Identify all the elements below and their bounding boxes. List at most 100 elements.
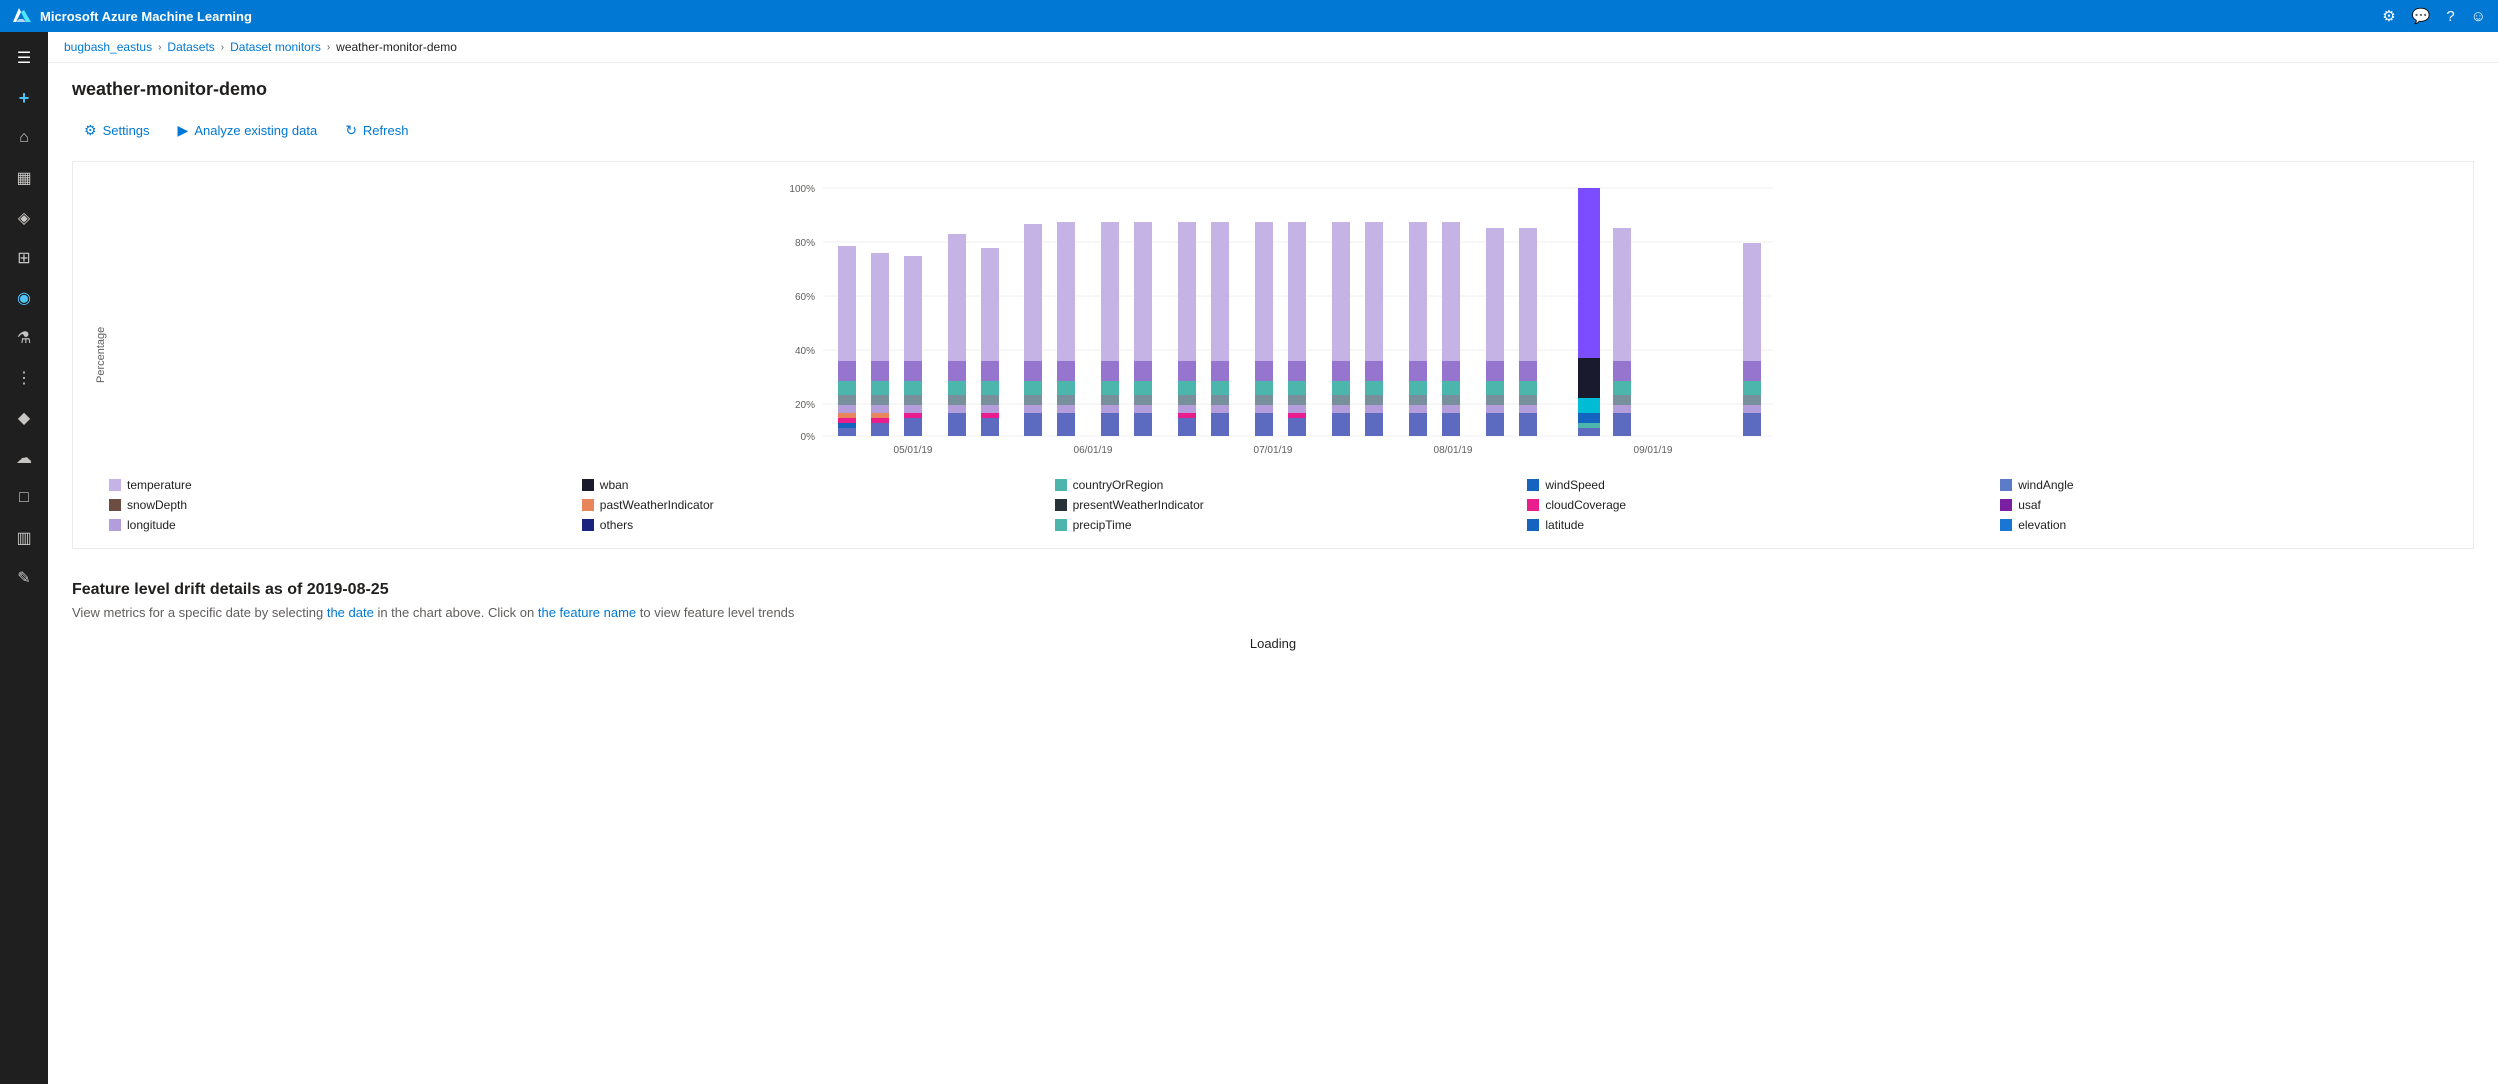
legend-swatch (2000, 479, 2012, 491)
settings-btn-icon: ⚙ (84, 122, 97, 139)
legend-item: others (582, 518, 1039, 532)
feature-subtitle-text: View metrics for a specific date by sele… (72, 605, 327, 620)
legend-label: elevation (2018, 518, 2066, 532)
analyze-btn-icon: ▶ (178, 122, 189, 139)
legend-item: temperature (109, 478, 566, 492)
topbar-actions: ⚙ 💬 ? ☺ (2382, 7, 2486, 25)
feature-subtitle-link-date[interactable]: the date (327, 605, 374, 620)
sidebar-item-edit[interactable]: ✎ (4, 560, 44, 596)
analyze-btn-label: Analyze existing data (194, 123, 317, 138)
breadcrumb-monitors[interactable]: Dataset monitors (230, 40, 321, 54)
legend-swatch (1055, 519, 1067, 531)
legend-label: windAngle (2018, 478, 2073, 492)
legend-label: snowDepth (127, 498, 187, 512)
legend-item: snowDepth (109, 498, 566, 512)
sidebar-item-clusters[interactable]: ⊞ (4, 240, 44, 276)
legend-label: cloudCoverage (1545, 498, 1626, 512)
chart-inner: 100% 80% 60% 40% 20% 0% (109, 178, 2457, 532)
sidebar-item-datastore[interactable]: ▥ (4, 520, 44, 556)
svg-text:06/01/19: 06/01/19 (1074, 445, 1113, 456)
topbar: Microsoft Azure Machine Learning ⚙ 💬 ? ☺ (0, 0, 2498, 32)
legend-swatch (1055, 479, 1067, 491)
sidebar-item-dashboard[interactable]: ▦ (4, 160, 44, 196)
chart-container: Percentage 100% 80% 60% (72, 161, 2474, 549)
breadcrumb-bugbash[interactable]: bugbash_eastus (64, 40, 152, 54)
sidebar-item-experiments[interactable]: ⚗ (4, 320, 44, 356)
breadcrumb: bugbash_eastus › Datasets › Dataset moni… (48, 32, 2498, 63)
user-icon[interactable]: ☺ (2471, 8, 2486, 25)
legend-swatch (1527, 499, 1539, 511)
feature-subtitle-text3: to view feature level trends (636, 605, 794, 620)
feedback-icon[interactable]: 💬 (2412, 7, 2431, 25)
legend-label: others (600, 518, 633, 532)
page-content: weather-monitor-demo ⚙ Settings ▶ Analyz… (48, 63, 2498, 1084)
svg-text:05/01/19: 05/01/19 (894, 445, 933, 456)
azure-logo-icon (12, 6, 32, 26)
svg-text:07/01/19: 07/01/19 (1254, 445, 1293, 456)
legend-swatch (582, 479, 594, 491)
legend-item: pastWeatherIndicator (582, 498, 1039, 512)
analyze-button[interactable]: ▶ Analyze existing data (166, 116, 330, 145)
sidebar-item-pipelines[interactable]: ⋮ (4, 360, 44, 396)
legend-label: precipTime (1073, 518, 1132, 532)
page-title: weather-monitor-demo (72, 79, 2474, 100)
help-icon[interactable]: ? (2446, 8, 2454, 25)
legend-swatch (2000, 499, 2012, 511)
sidebar-item-deploy[interactable]: ◆ (4, 400, 44, 436)
legend-swatch (109, 519, 121, 531)
chart-svg-area[interactable]: 100% 80% 60% 40% 20% 0% (109, 178, 2457, 458)
legend-swatch (109, 499, 121, 511)
feature-subtitle-text2: in the chart above. Click on (374, 605, 538, 620)
settings-button[interactable]: ⚙ Settings (72, 116, 162, 145)
settings-btn-label: Settings (103, 123, 150, 138)
refresh-button[interactable]: ↻ Refresh (333, 116, 420, 145)
breadcrumb-sep-1: › (158, 42, 161, 53)
legend-swatch (582, 499, 594, 511)
sidebar-item-compute[interactable]: □ (4, 480, 44, 516)
sidebar-item-home[interactable]: ⌂ (4, 120, 44, 156)
sidebar-item-menu[interactable]: ☰ (4, 40, 44, 76)
legend-item: longitude (109, 518, 566, 532)
sidebar-item-new[interactable]: + (4, 80, 44, 116)
legend-label: temperature (127, 478, 192, 492)
legend-label: presentWeatherIndicator (1073, 498, 1204, 512)
breadcrumb-current: weather-monitor-demo (336, 40, 457, 54)
svg-text:20%: 20% (795, 400, 815, 411)
svg-text:08/01/19: 08/01/19 (1434, 445, 1473, 456)
sidebar-item-datasets[interactable]: ◉ (4, 280, 44, 316)
app-title-area: Microsoft Azure Machine Learning (12, 6, 252, 26)
svg-text:60%: 60% (795, 292, 815, 303)
chart-legend: temperature wban countryOrRegion windSpeed w… (109, 470, 2457, 532)
app-body: ☰ + ⌂ ▦ ◈ ⊞ ◉ ⚗ ⋮ ◆ ☁ □ ▥ ✎ bugbash_east… (0, 32, 2498, 1084)
legend-item: elevation (2000, 518, 2457, 532)
legend-label: wban (600, 478, 629, 492)
legend-item: countryOrRegion (1055, 478, 1512, 492)
sidebar-item-cloud[interactable]: ☁ (4, 440, 44, 476)
sidebar-item-models[interactable]: ◈ (4, 200, 44, 236)
svg-text:100%: 100% (789, 184, 815, 195)
legend-swatch (1527, 479, 1539, 491)
legend-item: windSpeed (1527, 478, 1984, 492)
legend-item: wban (582, 478, 1039, 492)
breadcrumb-sep-3: › (327, 42, 330, 53)
toolbar: ⚙ Settings ▶ Analyze existing data ↻ Ref… (72, 116, 2474, 145)
legend-swatch (109, 479, 121, 491)
legend-item: windAngle (2000, 478, 2457, 492)
legend-swatch (2000, 519, 2012, 531)
settings-icon[interactable]: ⚙ (2382, 7, 2395, 25)
svg-text:80%: 80% (795, 238, 815, 249)
svg-text:0%: 0% (801, 432, 816, 443)
breadcrumb-sep-2: › (221, 42, 224, 53)
feature-subtitle-link-feature[interactable]: the feature name (538, 605, 636, 620)
legend-label: usaf (2018, 498, 2041, 512)
legend-item: usaf (2000, 498, 2457, 512)
refresh-btn-icon: ↻ (345, 122, 357, 139)
sidebar: ☰ + ⌂ ▦ ◈ ⊞ ◉ ⚗ ⋮ ◆ ☁ □ ▥ ✎ (0, 32, 48, 1084)
legend-label: longitude (127, 518, 176, 532)
feature-title: Feature level drift details as of 2019-0… (72, 581, 2474, 599)
chart-wrapper: Percentage 100% 80% 60% (89, 178, 2457, 532)
breadcrumb-datasets[interactable]: Datasets (167, 40, 214, 54)
legend-label: pastWeatherIndicator (600, 498, 714, 512)
refresh-btn-label: Refresh (363, 123, 409, 138)
content-area: bugbash_eastus › Datasets › Dataset moni… (48, 32, 2498, 1084)
